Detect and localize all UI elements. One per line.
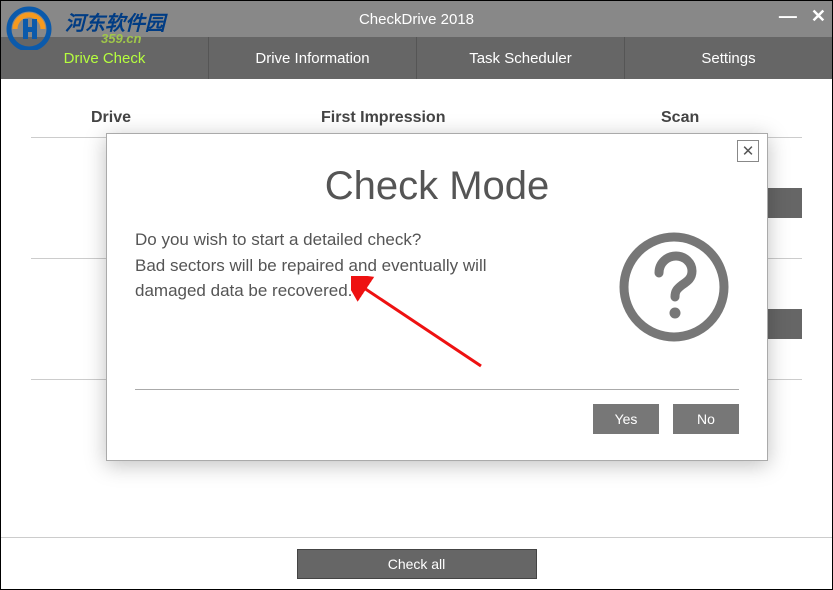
dialog-separator: [135, 389, 739, 390]
minimize-button[interactable]: —: [779, 7, 797, 25]
col-first-impression: First Impression: [321, 109, 661, 127]
dialog-line2: Bad sectors will be repaired and eventua…: [135, 256, 487, 275]
watermark-logo: [5, 5, 65, 50]
dialog-line1: Do you wish to start a detailed check?: [135, 230, 421, 249]
dialog-line3: damaged data be recovered.: [135, 281, 352, 300]
question-icon: [609, 227, 739, 347]
tab-task-scheduler[interactable]: Task Scheduler: [417, 37, 625, 79]
col-drive: Drive: [91, 109, 321, 127]
dialog-title: Check Mode: [135, 164, 739, 209]
check-all-button[interactable]: Check all: [297, 549, 537, 579]
tab-settings[interactable]: Settings: [625, 37, 832, 79]
tab-drive-information[interactable]: Drive Information: [209, 37, 417, 79]
yes-button[interactable]: Yes: [593, 404, 659, 434]
bottom-bar: Check all: [1, 537, 832, 589]
col-scan: Scan: [661, 109, 761, 127]
check-mode-dialog: ✕ Check Mode Do you wish to start a deta…: [106, 133, 768, 461]
column-headers: Drive First Impression Scan: [31, 79, 802, 137]
dialog-message: Do you wish to start a detailed check? B…: [135, 227, 609, 347]
watermark-sub: 359.cn: [101, 31, 141, 46]
dialog-close-button[interactable]: ✕: [737, 140, 759, 162]
no-button[interactable]: No: [673, 404, 739, 434]
window-close-button[interactable]: ✕: [811, 7, 826, 25]
